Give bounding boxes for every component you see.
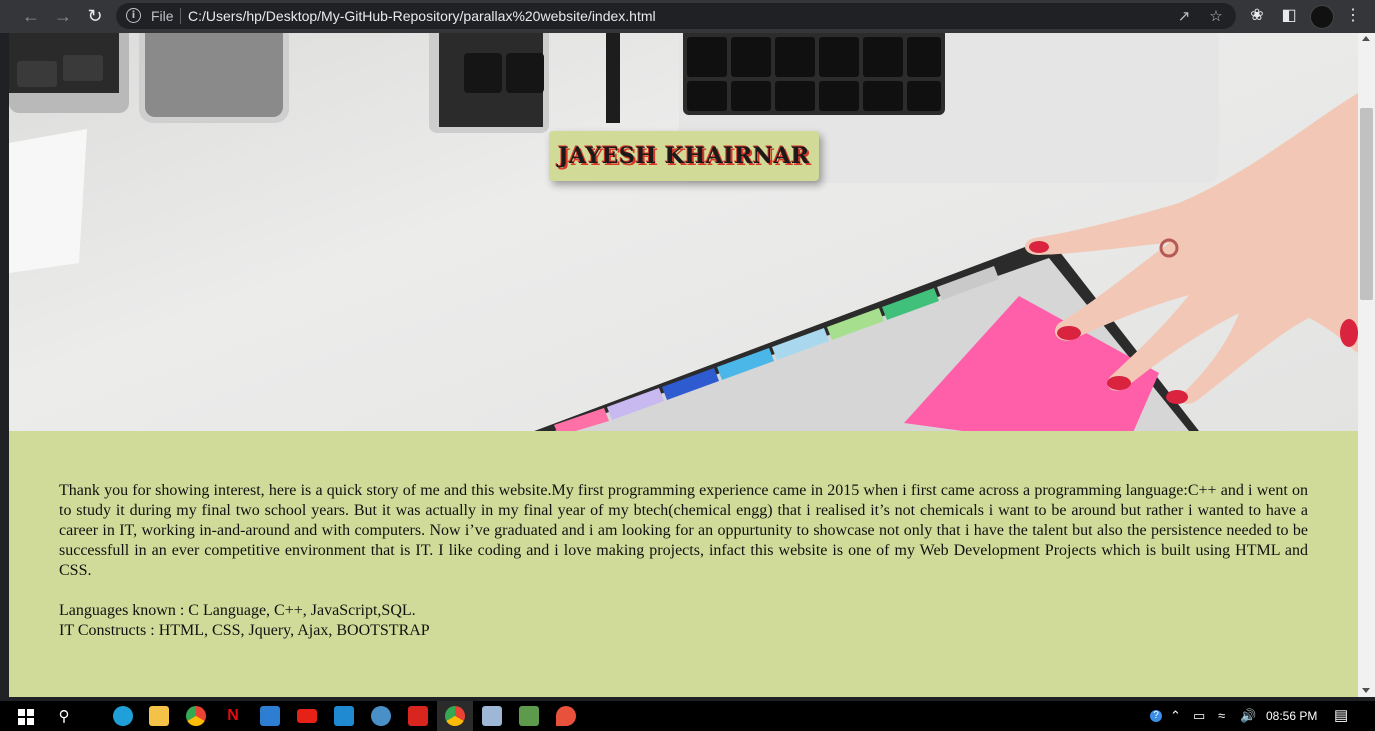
about-story-paragraph: Thank you for showing interest, here is … xyxy=(59,482,1308,579)
star-icon[interactable]: ☆ xyxy=(1206,7,1226,25)
wifi-icon[interactable]: ≈ xyxy=(1218,708,1225,724)
start-icon[interactable] xyxy=(18,709,34,725)
it-constructs-line: IT Constructs : HTML, CSS, Jquery, Ajax,… xyxy=(59,622,430,639)
scroll-up-arrow-icon[interactable] xyxy=(1362,36,1370,41)
clock-time[interactable]: 08:56 PM xyxy=(1266,709,1317,723)
chrome-icon[interactable] xyxy=(186,706,206,726)
store-icon[interactable] xyxy=(260,706,280,726)
page-viewport: JAYESH KHAIRNAR Thank you for showing in… xyxy=(9,33,1358,697)
acrobat-icon[interactable] xyxy=(408,706,428,726)
omnibox-divider xyxy=(180,8,181,24)
scroll-thumb[interactable] xyxy=(1360,108,1373,300)
share-icon[interactable]: ↗ xyxy=(1174,7,1194,25)
more-icon[interactable]: ⋮ xyxy=(1342,5,1364,27)
tray-chevron-icon[interactable]: ⌃ xyxy=(1170,708,1181,724)
edge-icon[interactable] xyxy=(113,706,133,726)
browser-toolbar: ← → ↻ i File C:/Users/hp/Desktop/My-GitH… xyxy=(0,0,1375,33)
sidebar-icon[interactable]: ◧ xyxy=(1278,5,1300,27)
youtube-icon[interactable] xyxy=(297,709,317,723)
scheme-label: File xyxy=(151,8,174,24)
file-explorer-icon[interactable] xyxy=(149,706,169,726)
extensions-icon[interactable]: ❀ xyxy=(1246,5,1268,27)
forward-arrow-icon[interactable]: → xyxy=(50,4,76,28)
hero-parallax-image: JAYESH KHAIRNAR xyxy=(9,33,1358,431)
volume-icon[interactable]: 🔊 xyxy=(1240,708,1256,724)
windows-taskbar: ⚲ N ? ⌃ ▭ ≈ 🔊 08:56 PM ▤ xyxy=(0,701,1375,731)
desk-scene-illustration xyxy=(9,33,1358,431)
hero-name-card: JAYESH KHAIRNAR xyxy=(549,131,819,181)
chrome-active-icon[interactable] xyxy=(445,706,465,726)
profile-avatar[interactable] xyxy=(1310,5,1334,29)
info-icon[interactable]: i xyxy=(126,8,141,23)
about-section: Thank you for showing interest, here is … xyxy=(9,431,1358,697)
netflix-icon[interactable]: N xyxy=(223,706,243,726)
vscode-icon[interactable] xyxy=(334,706,354,726)
reload-icon[interactable]: ↻ xyxy=(82,4,108,28)
url-text[interactable]: C:/Users/hp/Desktop/My-GitHub-Repository… xyxy=(188,8,656,24)
skills-block: Languages known : C Language, C++, JavaS… xyxy=(59,601,430,641)
notepad-icon[interactable] xyxy=(482,706,502,726)
page-scrollbar[interactable] xyxy=(1358,33,1375,697)
back-arrow-icon[interactable]: ← xyxy=(18,4,44,28)
languages-known-line: Languages known : C Language, C++, JavaS… xyxy=(59,602,416,619)
address-bar[interactable]: i File C:/Users/hp/Desktop/My-GitHub-Rep… xyxy=(116,3,1236,29)
scroll-down-arrow-icon[interactable] xyxy=(1362,688,1370,693)
battery-icon[interactable]: ▭ xyxy=(1193,708,1205,724)
app2-icon[interactable] xyxy=(556,706,576,726)
git-icon[interactable] xyxy=(519,706,539,726)
help-icon[interactable]: ? xyxy=(1150,710,1162,722)
notification-icon[interactable]: ▤ xyxy=(1334,708,1348,724)
hero-title: JAYESH KHAIRNAR xyxy=(558,143,810,169)
app-icon[interactable] xyxy=(371,706,391,726)
search-icon[interactable]: ⚲ xyxy=(54,707,74,727)
